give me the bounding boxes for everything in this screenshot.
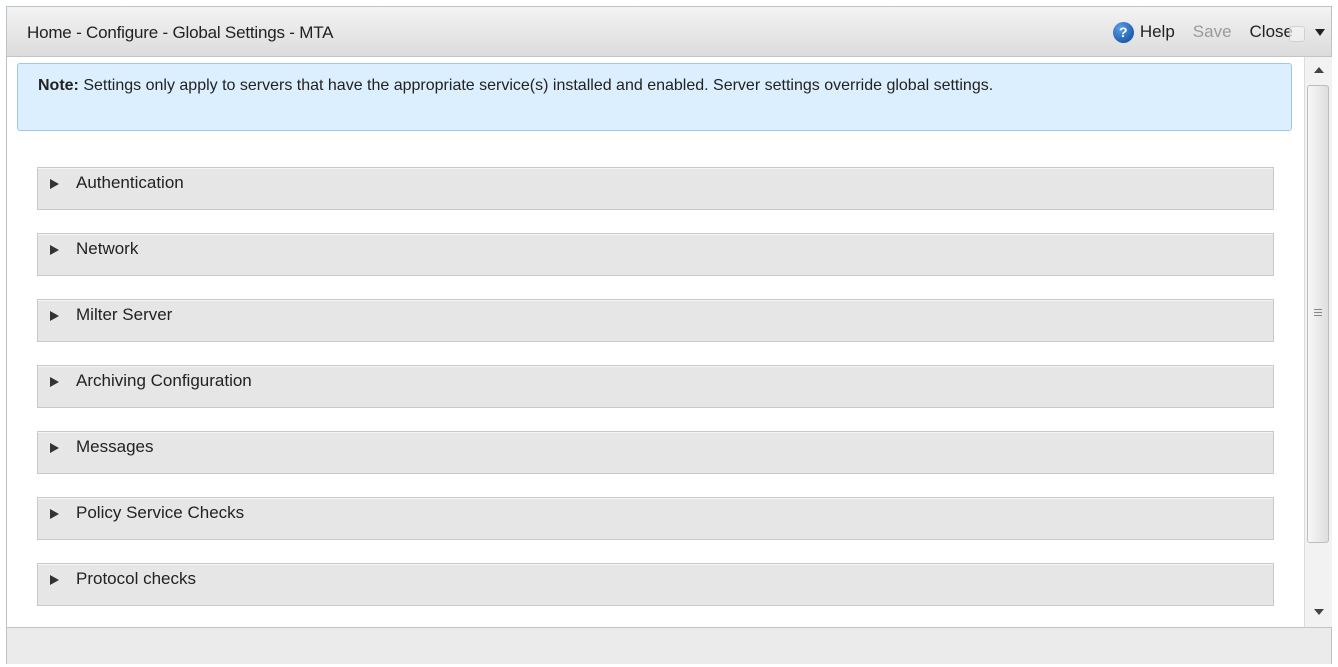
chevron-down-icon[interactable] bbox=[1315, 28, 1325, 36]
settings-window: Home - Configure - Global Settings - MTA… bbox=[6, 6, 1332, 664]
scroll-down-arrow-icon[interactable] bbox=[1314, 609, 1324, 615]
section-label: Network bbox=[76, 239, 139, 258]
section-archiving-configuration[interactable]: Archiving Configuration bbox=[37, 365, 1274, 408]
toolbar: ? Help Save Close bbox=[1112, 19, 1325, 45]
help-label: Help bbox=[1139, 22, 1175, 41]
section-label: Messages bbox=[76, 437, 154, 456]
section-authentication[interactable]: Authentication bbox=[37, 167, 1274, 210]
grip-icon bbox=[1314, 309, 1322, 318]
section-label: Milter Server bbox=[76, 305, 173, 324]
note-prefix: Note: bbox=[38, 77, 79, 94]
expand-arrow-icon bbox=[50, 509, 59, 519]
breadcrumb: Home - Configure - Global Settings - MTA bbox=[27, 23, 334, 42]
scroll-thumb[interactable] bbox=[1307, 85, 1329, 543]
help-icon: ? bbox=[1112, 21, 1134, 43]
status-bar bbox=[7, 627, 1331, 664]
section-label: Archiving Configuration bbox=[76, 371, 252, 390]
expand-arrow-icon bbox=[50, 311, 59, 321]
scroll-up-arrow-icon[interactable] bbox=[1314, 67, 1324, 73]
expand-arrow-icon bbox=[50, 377, 59, 387]
vertical-scrollbar[interactable] bbox=[1304, 57, 1332, 627]
section-label: Protocol checks bbox=[76, 569, 196, 588]
section-label: Policy Service Checks bbox=[76, 503, 245, 522]
section-milter-server[interactable]: Milter Server bbox=[37, 299, 1274, 342]
settings-icon[interactable] bbox=[1289, 26, 1305, 42]
section-label: Authentication bbox=[76, 173, 184, 192]
title-bar: Home - Configure - Global Settings - MTA… bbox=[7, 7, 1331, 57]
save-button[interactable]: Save bbox=[1193, 22, 1232, 42]
help-button[interactable]: ? Help bbox=[1112, 21, 1175, 43]
note-text: Settings only apply to servers that have… bbox=[78, 77, 994, 94]
section-policy-service-checks[interactable]: Policy Service Checks bbox=[37, 497, 1274, 540]
section-protocol-checks[interactable]: Protocol checks bbox=[37, 563, 1274, 606]
close-button[interactable]: Close bbox=[1250, 22, 1293, 42]
settings-content: Note: Settings only apply to servers tha… bbox=[7, 57, 1304, 627]
expand-arrow-icon bbox=[50, 575, 59, 585]
expand-arrow-icon bbox=[50, 443, 59, 453]
section-network[interactable]: Network bbox=[37, 233, 1274, 276]
expand-arrow-icon bbox=[50, 245, 59, 255]
section-messages[interactable]: Messages bbox=[37, 431, 1274, 474]
note-banner: Note: Settings only apply to servers tha… bbox=[17, 63, 1292, 131]
expand-arrow-icon bbox=[50, 179, 59, 189]
